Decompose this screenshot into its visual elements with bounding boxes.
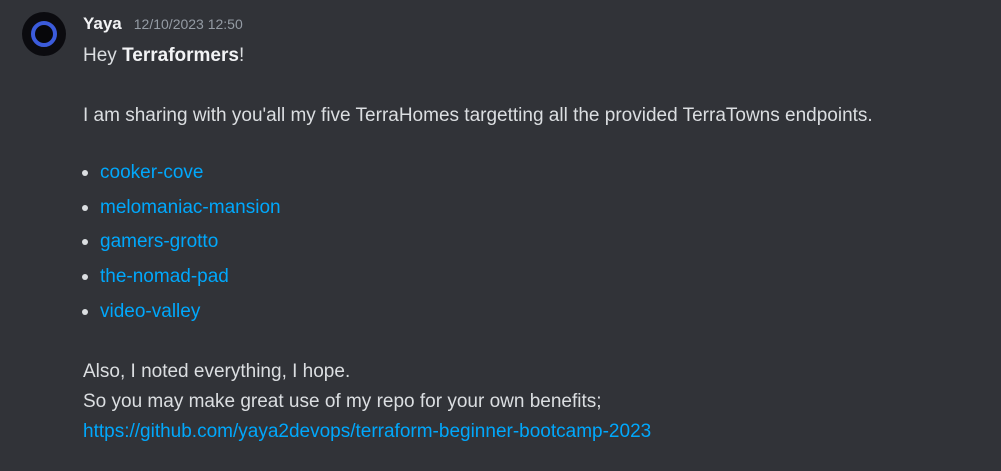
outro-line-2: So you may make great use of my repo for… (83, 391, 602, 413)
user-avatar-icon (31, 21, 57, 47)
link-gamers-grotto[interactable]: gamers-grotto (100, 231, 218, 252)
message-header: Yaya 12/10/2023 12:50 (83, 14, 243, 34)
chat-message: Yaya 12/10/2023 12:50 Hey Terraformers! … (0, 0, 1001, 471)
avatar[interactable] (22, 12, 66, 56)
bullet-icon (82, 239, 88, 246)
greeting-line: Hey Terraformers! (83, 44, 983, 68)
greeting-prefix: Hey (83, 45, 123, 66)
list-item: cooker-cove (82, 156, 983, 191)
list-item: melomaniac-mansion (82, 191, 983, 226)
repo-link[interactable]: https://github.com/yaya2devops/terraform… (83, 420, 983, 444)
list-item: the-nomad-pad (82, 260, 983, 295)
greeting-suffix: ! (238, 45, 245, 66)
link-cooker-cove[interactable]: cooker-cove (100, 162, 204, 183)
greeting-bold: Terraformers (122, 45, 239, 66)
list-item: video-valley (82, 295, 983, 330)
list-item: gamers-grotto (82, 225, 983, 260)
author-name[interactable]: Yaya (83, 14, 122, 34)
bullet-icon (82, 274, 88, 281)
message-timestamp: 12/10/2023 12:50 (133, 16, 243, 32)
bullet-icon (82, 204, 88, 211)
bullet-icon (82, 170, 88, 176)
intro-text: I am sharing with you'all my five TerraH… (83, 105, 873, 126)
outro-line-1: Also, I noted everything, I hope. (83, 361, 351, 383)
bullet-icon (82, 308, 88, 315)
link-melomaniac-mansion[interactable]: melomaniac-mansion (100, 197, 281, 218)
link-video-valley[interactable]: video-valley (100, 301, 200, 322)
terrahome-link-list: cooker-cove melomaniac-mansion gamers-gr… (82, 156, 983, 330)
message-content: Hey Terraformers! I am sharing with you'… (82, 44, 983, 444)
link-the-nomad-pad[interactable]: the-nomad-pad (100, 266, 229, 287)
